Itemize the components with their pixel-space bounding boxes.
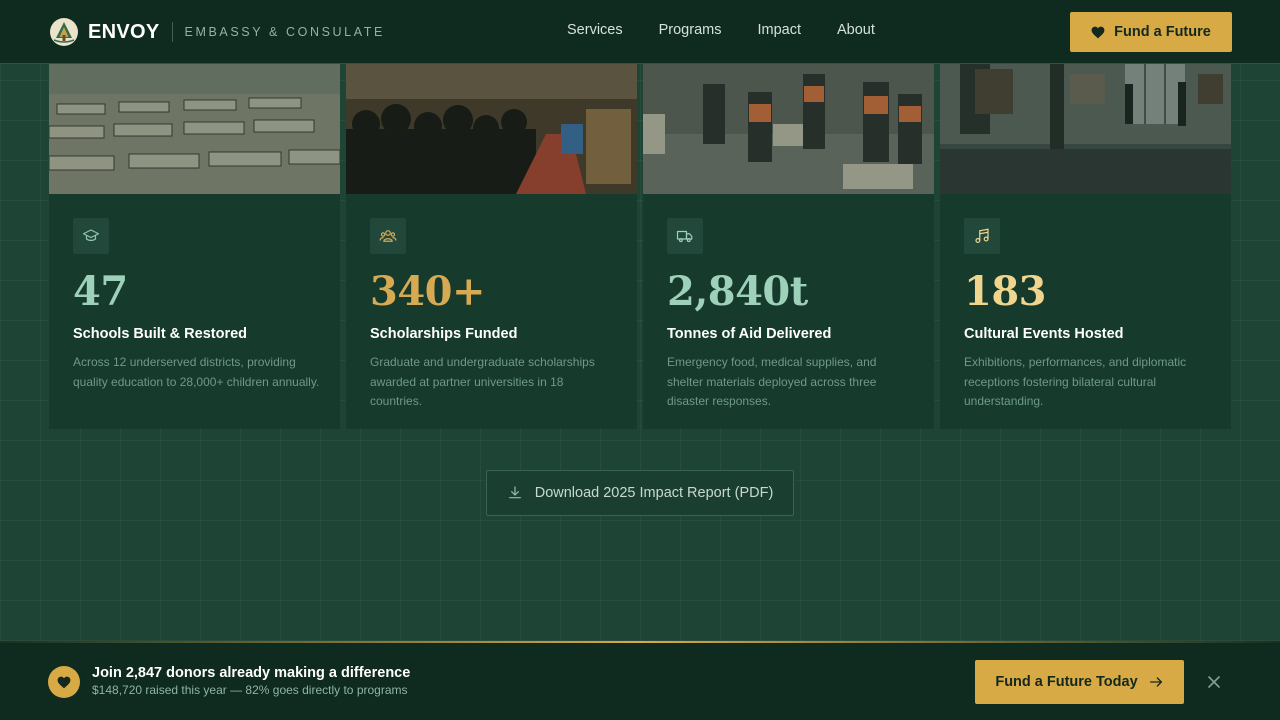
impact-card-scholarships: 340+ Scholarships Funded Graduate and un… — [346, 64, 637, 429]
nav-programs[interactable]: Programs — [659, 22, 722, 38]
heart-icon — [48, 666, 80, 698]
fund-a-future-button[interactable]: Fund a Future — [1070, 12, 1232, 52]
card-description: Exhibitions, performances, and diplomati… — [964, 355, 1187, 408]
brand-name: ENVOY — [88, 20, 160, 43]
donor-bar-subtitle: $148,720 raised this year — 82% goes dir… — [92, 683, 408, 697]
impact-card-cultural: 183 Cultural Events Hosted Exhibitions, … — [940, 64, 1231, 429]
card-title: Schools Built & Restored — [73, 326, 248, 342]
aid-workers-photo — [643, 64, 934, 194]
stat-value: 183 — [964, 268, 1047, 315]
brand-subtitle: EMBASSY & CONSULATE — [184, 25, 385, 39]
stat-value: 47 — [73, 268, 128, 315]
card-body: 47 Schools Built & Restored Across 12 un… — [73, 218, 320, 392]
arrow-right-icon — [1149, 677, 1162, 687]
card-title: Tonnes of Aid Delivered — [667, 326, 832, 342]
nav-services[interactable]: Services — [567, 22, 623, 38]
donor-bar-divider — [0, 641, 1280, 643]
download-report-label: Download 2025 Impact Report (PDF) — [534, 485, 774, 501]
donor-bar-title: Join 2,847 donors already making a diffe… — [92, 665, 411, 681]
stat-value: 2,840t — [667, 268, 808, 315]
stat-value: 340+ — [370, 268, 486, 315]
truck-icon — [667, 218, 703, 254]
graduation-ceremony-photo — [346, 64, 637, 194]
donor-bar: Join 2,847 donors already making a diffe… — [0, 641, 1280, 720]
card-title: Scholarships Funded — [370, 326, 518, 342]
download-icon — [508, 486, 521, 499]
card-description: Across 12 underserved districts, providi… — [73, 355, 320, 389]
music-note-icon — [964, 218, 1000, 254]
card-description: Graduate and undergraduate scholarships … — [370, 355, 595, 408]
people-group-icon — [370, 218, 406, 254]
impact-card-aid: 2,840t Tonnes of Aid Delivered Emergency… — [643, 64, 934, 429]
nav-about[interactable]: About — [837, 22, 875, 38]
fund-a-future-today-label: Fund a Future Today — [995, 674, 1138, 690]
gallery-hall-photo — [940, 64, 1231, 194]
brand[interactable]: ENVOY EMBASSY & CONSULATE — [50, 18, 385, 46]
brand-divider — [171, 22, 173, 42]
fund-a-future-today-button[interactable]: Fund a Future Today — [975, 660, 1184, 704]
classroom-photo — [49, 64, 340, 194]
fund-a-future-label: Fund a Future — [1114, 24, 1211, 40]
impact-card-schools: 47 Schools Built & Restored Across 12 un… — [49, 64, 340, 429]
main-nav: Services Programs Impact About — [567, 22, 875, 38]
emblem-logo-icon — [50, 18, 78, 46]
card-title: Cultural Events Hosted — [964, 326, 1124, 342]
card-description: Emergency food, medical supplies, and sh… — [667, 355, 877, 408]
download-report-button[interactable]: Download 2025 Impact Report (PDF) — [486, 470, 794, 516]
card-body: 340+ Scholarships Funded Graduate and un… — [370, 218, 617, 412]
close-icon[interactable] — [1206, 674, 1222, 690]
nav-impact[interactable]: Impact — [757, 22, 801, 38]
site-header: ENVOY EMBASSY & CONSULATE Services Progr… — [0, 0, 1280, 64]
graduation-cap-icon — [73, 218, 109, 254]
heart-icon — [1091, 26, 1105, 38]
card-body: 2,840t Tonnes of Aid Delivered Emergency… — [667, 218, 914, 412]
card-body: 183 Cultural Events Hosted Exhibitions, … — [964, 218, 1211, 412]
